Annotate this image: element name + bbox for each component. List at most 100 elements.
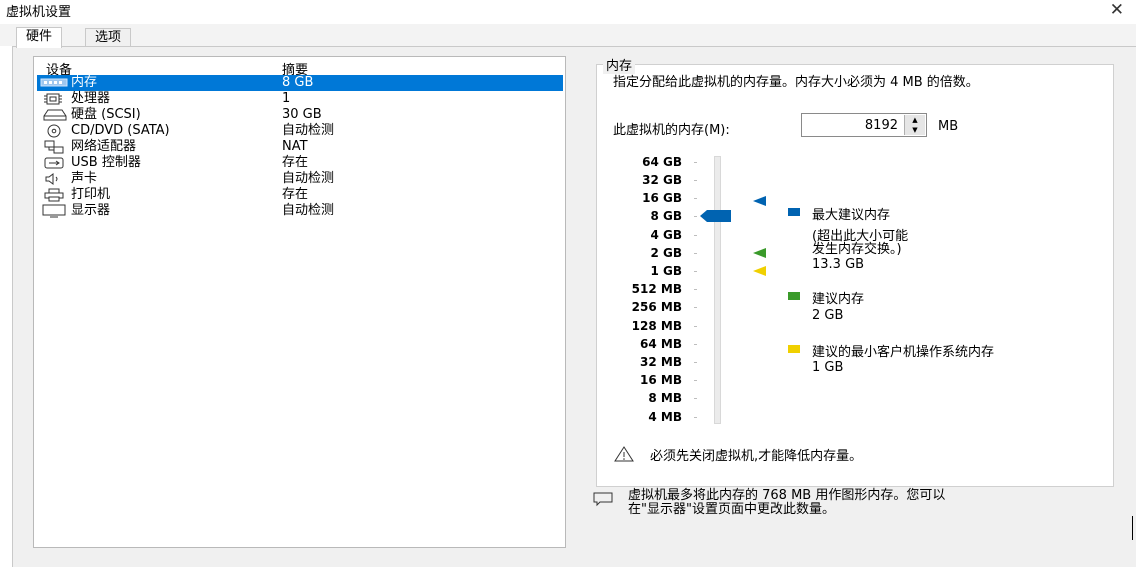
warning-icon <box>614 446 634 462</box>
device-list[interactable]: 设备 摘要 内存 8 GB 处理器 1 硬盘 (SCSI) 30 GB CD/D… <box>33 56 566 548</box>
recommended-marker <box>753 248 766 258</box>
legend-max-note: 发生内存交换。) <box>812 242 902 257</box>
device-summary: 1 <box>282 91 291 106</box>
device-summary: 存在 <box>282 155 309 170</box>
memory-unit: MB <box>938 119 959 134</box>
device-row-cd-dvd[interactable]: CD/DVD (SATA) 自动检测 <box>37 123 563 139</box>
scale-label: 128 MB <box>631 319 682 333</box>
memory-group-title: 内存 <box>603 55 636 74</box>
scale-tick <box>694 344 697 345</box>
device-summary: 8 GB <box>282 75 314 90</box>
legend-max-title: 最大建议内存 <box>812 208 891 223</box>
scale-label: 256 MB <box>631 300 682 314</box>
scale-label: 8 GB <box>650 209 682 223</box>
scale-tick <box>694 216 697 217</box>
info-line: 虚拟机最多将此内存的 768 MB 用作图形内存。您可以 <box>628 488 946 503</box>
device-row-printer[interactable]: 打印机 存在 <box>37 187 563 203</box>
device-row-sound-card[interactable]: 声卡 自动检测 <box>37 171 563 187</box>
spin-down-button[interactable]: ▼ <box>904 125 925 135</box>
device-summary: 存在 <box>282 187 309 202</box>
device-row-network-adapter[interactable]: 网络适配器 NAT <box>37 139 563 155</box>
device-name: 显示器 <box>71 203 111 218</box>
max-recommended-marker <box>753 196 766 206</box>
legend-recommended-value: 2 GB <box>812 308 844 323</box>
memory-field-label: 此虚拟机的内存(M): <box>613 123 730 138</box>
tab-bar <box>0 24 1136 46</box>
device-name: USB 控制器 <box>71 155 141 170</box>
scale-tick <box>694 289 697 290</box>
device-row-processor[interactable]: 处理器 1 <box>37 91 563 107</box>
device-name: 硬盘 (SCSI) <box>71 107 141 122</box>
scale-tick <box>694 198 697 199</box>
min-guest-os-marker <box>753 266 766 276</box>
device-summary: 30 GB <box>282 107 322 122</box>
device-row-memory[interactable]: 内存 8 GB <box>37 75 563 91</box>
tab-options[interactable]: 选项 <box>85 28 132 48</box>
scale-tick <box>694 362 697 363</box>
legend-min-swatch <box>788 345 800 353</box>
scale-tick <box>694 398 697 399</box>
device-summary: 自动检测 <box>282 123 335 138</box>
memory-slider-track[interactable] <box>714 156 721 424</box>
memory-input[interactable] <box>804 116 898 134</box>
close-icon[interactable]: ✕ <box>1110 0 1124 20</box>
device-summary: 自动检测 <box>282 171 335 186</box>
device-row-display[interactable]: 显示器 自动检测 <box>37 203 563 219</box>
legend-max-swatch <box>788 208 800 216</box>
scale-tick <box>694 271 697 272</box>
scale-label: 1 GB <box>650 264 682 278</box>
scale-tick <box>694 380 697 381</box>
legend-min-value: 1 GB <box>812 360 844 375</box>
device-name: 打印机 <box>71 187 111 202</box>
legend-max-value: 13.3 GB <box>812 257 865 272</box>
device-name: 处理器 <box>71 91 111 106</box>
cd-dvd-icon <box>47 124 61 138</box>
processor-icon <box>44 93 62 105</box>
sound-card-icon <box>45 173 58 185</box>
legend-recommended-swatch <box>788 292 800 300</box>
scale-tick <box>694 180 697 181</box>
scale-label: 64 MB <box>640 337 682 351</box>
scale-label: 512 MB <box>631 282 682 296</box>
scale-tick <box>694 307 697 308</box>
device-summary: 自动检测 <box>282 203 335 218</box>
device-name: 网络适配器 <box>71 139 137 154</box>
scale-label: 64 GB <box>642 155 682 169</box>
printer-icon <box>44 188 64 202</box>
scale-label: 32 GB <box>642 173 682 187</box>
hard-disk-icon <box>43 109 67 121</box>
device-name: 声卡 <box>71 171 98 186</box>
spin-up-button[interactable]: ▲ <box>904 115 925 125</box>
device-name: 内存 <box>71 75 98 90</box>
memory-description: 指定分配给此虚拟机的内存量。内存大小必须为 4 MB 的倍数。 <box>613 75 979 90</box>
legend-min-title: 建议的最小客户机操作系统内存 <box>812 345 995 360</box>
scale-label: 4 MB <box>648 410 682 424</box>
network-adapter-icon <box>44 140 64 154</box>
scale-tick <box>694 253 697 254</box>
device-summary: NAT <box>282 139 308 154</box>
usb-controller-icon <box>44 157 64 169</box>
memory-icon <box>40 78 68 87</box>
info-message-icon <box>593 492 613 507</box>
info-text: 虚拟机最多将此内存的 768 MB 用作图形内存。您可以 在"显示器"设置页面中… <box>628 489 1108 517</box>
window-title: 虚拟机设置 <box>6 5 72 20</box>
scale-tick <box>694 162 697 163</box>
info-line: 在"显示器"设置页面中更改此数量。 <box>628 502 835 517</box>
scale-label: 8 MB <box>648 391 682 405</box>
legend-recommended-title: 建议内存 <box>812 292 865 307</box>
text-cursor <box>1132 516 1133 540</box>
scale-label: 4 GB <box>650 228 682 242</box>
display-icon <box>42 204 66 218</box>
memory-slider-thumb[interactable] <box>700 210 731 222</box>
memory-stepper[interactable]: ▲ ▼ <box>801 113 927 137</box>
scale-label: 2 GB <box>650 246 682 260</box>
scale-tick <box>694 326 697 327</box>
device-row-usb-controller[interactable]: USB 控制器 存在 <box>37 155 563 171</box>
scale-tick <box>694 417 697 418</box>
scale-tick <box>694 235 697 236</box>
scale-label: 16 GB <box>642 191 682 205</box>
scale-label: 32 MB <box>640 355 682 369</box>
tab-hardware[interactable]: 硬件 <box>16 27 63 48</box>
device-name: CD/DVD (SATA) <box>71 123 170 138</box>
device-row-hard-disk[interactable]: 硬盘 (SCSI) 30 GB <box>37 107 563 123</box>
